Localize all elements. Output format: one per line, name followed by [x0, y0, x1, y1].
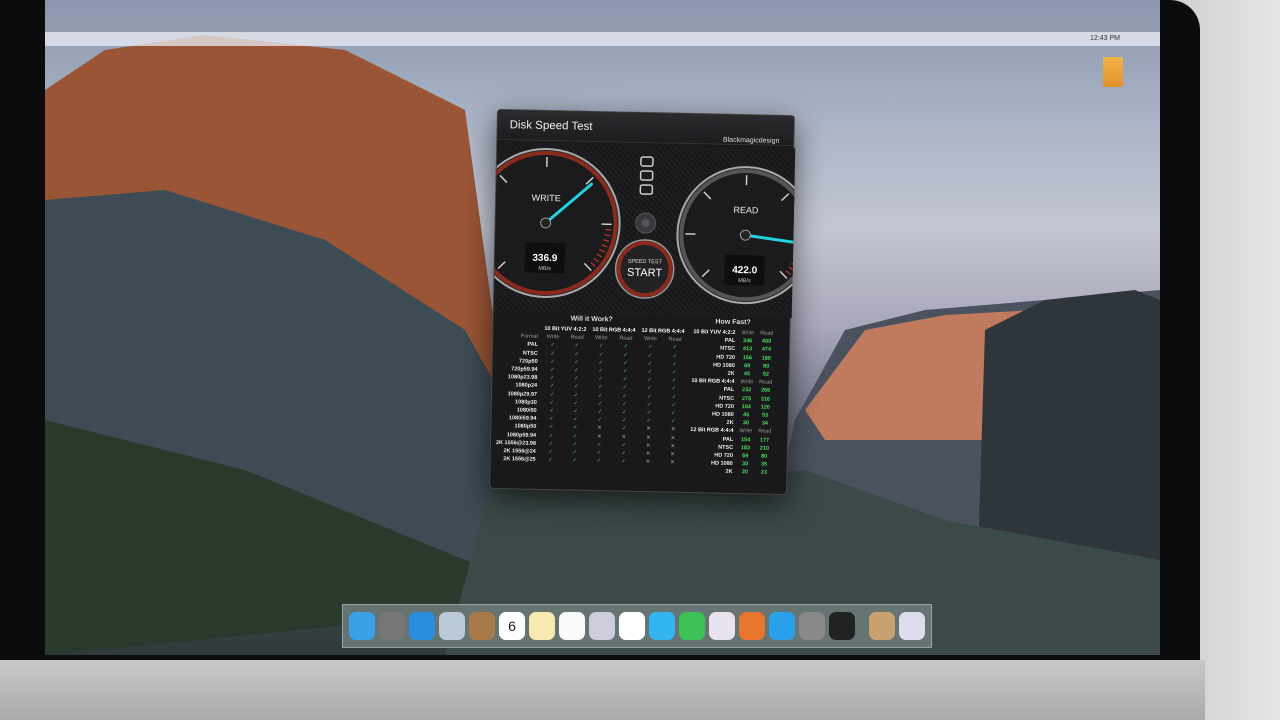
finder-icon[interactable] — [349, 612, 375, 640]
format-label: 2K — [725, 469, 733, 476]
messages-icon[interactable] — [649, 612, 675, 640]
gauge-value: 336.9 — [532, 253, 558, 265]
disk-speed-test-window: Disk Speed Test Blackmagicdesign WRITE 33… — [470, 108, 815, 496]
how-fast-title: How Fast? — [715, 318, 751, 327]
preview-icon[interactable] — [439, 612, 465, 640]
dock: 6 — [342, 604, 932, 648]
gauge-panel: WRITE 336.9 MB/s READ 422.0 MB/s SPEED TEST … — [470, 141, 815, 319]
system-preferences-icon[interactable] — [799, 612, 825, 640]
gauge-hub — [739, 229, 751, 241]
target-drive-icon[interactable] — [639, 156, 654, 195]
check-icon: ✓ — [620, 458, 626, 465]
read-fps: 23 — [760, 469, 767, 476]
gauge-unit: MB/s — [538, 266, 551, 272]
start-button[interactable]: SPEED TEST START — [614, 239, 675, 299]
write-fps: 20 — [741, 469, 749, 476]
how-fast-table: How Fast? 10 Bit YUV 4:2:2 Write Read PAL 34… — [686, 314, 776, 477]
imac-chin — [0, 660, 1205, 720]
cross-icon: ✕ — [670, 459, 675, 466]
itunes-icon[interactable] — [709, 612, 735, 640]
photos-icon[interactable] — [619, 612, 645, 640]
downloads-icon[interactable] — [869, 612, 895, 640]
gauge-label: READ — [733, 205, 759, 216]
facetime-icon[interactable] — [679, 612, 705, 640]
start-button-label: START — [627, 267, 663, 280]
gauge-label: WRITE — [532, 193, 561, 204]
gauge-unit: MB/s — [738, 278, 751, 284]
table-row: 2K 20 23 — [686, 467, 773, 477]
hard-drive-icon[interactable] — [1103, 57, 1123, 87]
format-label: 2K 1556@25 — [503, 456, 536, 463]
redline-tick — [605, 228, 612, 231]
contacts-icon[interactable] — [469, 612, 495, 640]
check-icon: ✓ — [548, 457, 553, 464]
desktop: 12:43 PM Disk Speed Test Blackmagicdesig… — [45, 0, 1160, 655]
cross-icon: ✕ — [645, 459, 651, 466]
check-icon: ✓ — [596, 458, 602, 465]
safari-icon[interactable] — [409, 612, 435, 640]
ibooks-icon[interactable] — [739, 612, 765, 640]
start-button-caption: SPEED TEST — [628, 259, 663, 266]
blackmagic-logo: Blackmagicdesign — [722, 136, 780, 145]
gauge-value: 422.0 — [732, 265, 758, 277]
photo-booth-icon[interactable] — [589, 612, 615, 640]
trash-icon[interactable] — [899, 612, 925, 640]
settings-icon[interactable] — [635, 212, 657, 234]
will-it-work-table: Will it Work? 10 Bit YUV 4:2:2 10 Bit RGB… — [493, 310, 688, 467]
write-gauge: WRITE 336.9MB/s — [470, 147, 621, 298]
calendar-icon[interactable]: 6 — [499, 612, 525, 640]
will-it-work-title: Will it Work? — [570, 315, 613, 324]
notes-icon[interactable] — [529, 612, 555, 640]
launchpad-icon[interactable] — [379, 612, 405, 640]
disk-speed-test-icon[interactable] — [829, 612, 855, 640]
read-gauge: READ 422.0MB/s — [676, 166, 815, 305]
window-title: Disk Speed Test — [509, 118, 593, 133]
menu-clock[interactable]: 12:43 PM — [1090, 35, 1120, 42]
app-store-icon[interactable] — [769, 612, 795, 640]
reminders-icon[interactable] — [559, 612, 585, 640]
menu-bar: 12:43 PM — [45, 32, 1160, 46]
check-icon: ✓ — [572, 457, 577, 464]
gauge-hub — [540, 217, 552, 229]
